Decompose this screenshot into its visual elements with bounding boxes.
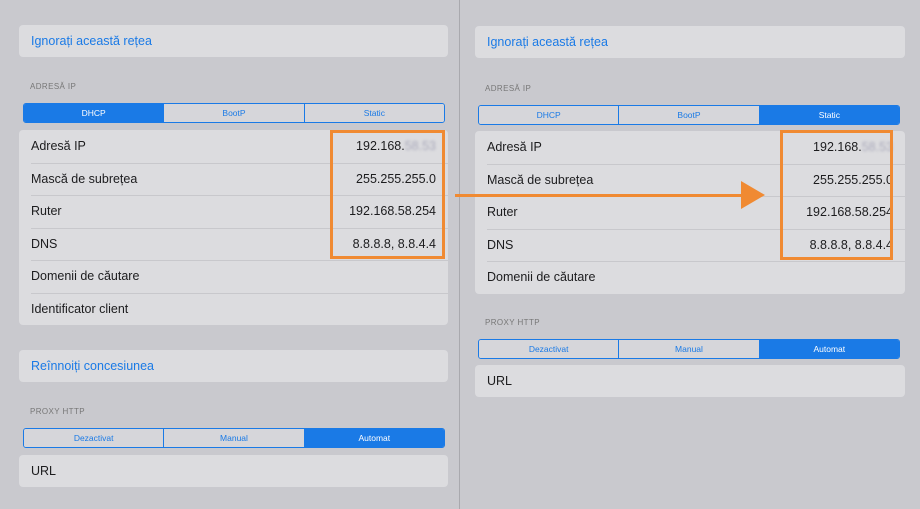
proxy-section-label: PROXY HTTP [30, 407, 85, 416]
row-label: Adresă IP [487, 140, 542, 155]
proxy-mode-manual[interactable]: Manual [163, 429, 304, 447]
right-panel-static: Ignorați această rețea ADRESĂ IP DHCP Bo… [460, 0, 920, 509]
proxy-mode-auto[interactable]: Automat [758, 340, 899, 358]
proxy-mode-segmented-control: Dezactivat Manual Automat [23, 428, 445, 448]
proxy-mode-manual[interactable]: Manual [618, 340, 759, 358]
forget-network-link[interactable]: Ignorați această rețea [475, 26, 905, 58]
proxy-url-card[interactable]: URL [475, 365, 905, 397]
proxy-section-label: PROXY HTTP [485, 318, 540, 327]
row-label: Mască de subrețea [31, 171, 138, 186]
proxy-mode-off[interactable]: Dezactivat [479, 340, 619, 358]
proxy-url-card[interactable]: URL [19, 455, 448, 487]
row-label: Adresă IP [31, 139, 86, 154]
ip-mode-dhcp[interactable]: DHCP [479, 106, 619, 124]
row-label: URL [31, 464, 57, 478]
row-label: Domenii de căutare [487, 270, 596, 285]
row-label: Ruter [31, 204, 62, 219]
ip-mode-segmented-control: DHCP BootP Static [23, 103, 445, 123]
ip-section-label: ADRESĂ IP [30, 82, 77, 91]
highlight-box [330, 130, 445, 259]
ip-mode-static[interactable]: Static [303, 104, 444, 122]
ip-mode-bootp[interactable]: BootP [618, 106, 759, 124]
forget-network-card[interactable]: Ignorați această rețea [19, 25, 448, 57]
arrow-head-icon [741, 181, 765, 209]
row-label: Mască de subrețea [487, 172, 594, 187]
ip-mode-dhcp[interactable]: DHCP [24, 104, 164, 122]
forget-network-card[interactable]: Ignorați această rețea [475, 26, 905, 58]
row-url[interactable]: URL [19, 455, 448, 487]
row-label: DNS [487, 237, 514, 252]
row-label: DNS [31, 236, 58, 251]
row-label: URL [487, 374, 513, 388]
ip-mode-bootp[interactable]: BootP [163, 104, 304, 122]
proxy-mode-off[interactable]: Dezactivat [24, 429, 164, 447]
row-label: Ruter [487, 205, 518, 220]
highlight-box [780, 130, 893, 260]
ip-section-label: ADRESĂ IP [485, 84, 532, 93]
proxy-mode-auto[interactable]: Automat [303, 429, 444, 447]
row-label: Domenii de căutare [31, 269, 140, 284]
row-search-domains[interactable]: Domenii de căutare [475, 261, 905, 294]
row-url[interactable]: URL [475, 365, 905, 397]
row-search-domains[interactable]: Domenii de căutare [19, 260, 448, 293]
proxy-mode-segmented-control: Dezactivat Manual Automat [478, 339, 900, 359]
left-panel-dhcp: Ignorați această rețea ADRESĂ IP DHCP Bo… [0, 0, 459, 509]
arrow-shaft [455, 194, 745, 197]
ip-mode-segmented-control: DHCP BootP Static [478, 105, 900, 125]
row-client-id[interactable]: Identificator client [19, 292, 448, 326]
ip-mode-static[interactable]: Static [758, 106, 899, 124]
row-label: Identificator client [31, 301, 129, 316]
forget-network-link[interactable]: Ignorați această rețea [19, 25, 448, 57]
renew-lease-link[interactable]: Reînnoiți concesiunea [19, 350, 448, 382]
renew-lease-card[interactable]: Reînnoiți concesiunea [19, 350, 448, 382]
